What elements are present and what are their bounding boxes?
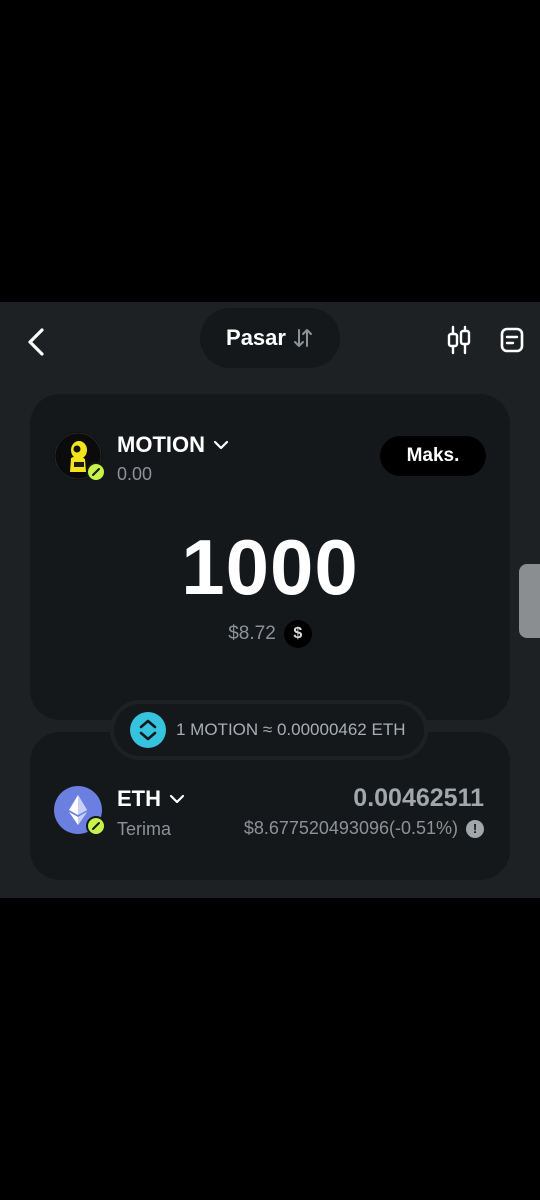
from-token-symbol: MOTION [117,432,205,457]
from-token-selector[interactable]: MOTION [117,432,229,458]
page-title: Pasar [226,325,286,350]
info-icon[interactable]: ! [466,819,484,838]
receive-label: Terima [117,819,172,839]
receive-amount: 0.00462511 [353,784,484,812]
from-usd-value: $8.72 [228,623,276,644]
wallet-badge-icon [86,816,106,836]
receive-usd-row: $8.677520493096(-0.51%) ! [244,818,484,839]
chevron-down-icon [169,794,185,804]
side-drawer-handle[interactable] [519,564,540,638]
swap-screen: Pasar MOTION 0.00 Maks. 1000 $8.72 $ ETH… [0,302,540,898]
from-token-card: MOTION 0.00 Maks. 1000 $8.72 $ [30,394,510,720]
chevron-left-icon [28,328,44,356]
market-switch-button[interactable]: Pasar [200,308,340,368]
swap-direction-button[interactable] [130,712,166,748]
exchange-rate-pill: 1 MOTION ≈ 0.00000462 ETH [110,700,428,760]
wallet-badge-icon [86,462,106,482]
back-button[interactable] [18,324,54,360]
receive-usd-value: $8.677520493096(-0.51%) [243,818,458,838]
chevron-down-icon [213,440,229,450]
swap-vertical-icon [139,719,157,741]
document-icon [500,327,524,353]
from-token-balance: 0.00 [117,464,153,484]
usd-value-row: $8.72 $ [30,620,510,648]
exchange-rate-text: 1 MOTION ≈ 0.00000462 ETH [176,720,406,739]
amount-input[interactable]: 1000 [30,522,510,613]
candlestick-icon [447,325,471,355]
currency-toggle-icon[interactable]: $ [283,620,312,648]
orders-button[interactable] [495,322,529,358]
to-token-symbol: ETH [117,786,161,811]
chart-button[interactable] [442,322,476,358]
to-token-selector[interactable]: ETH [117,786,185,812]
max-button[interactable]: Maks. [380,436,486,476]
swap-arrows-icon [292,327,314,349]
